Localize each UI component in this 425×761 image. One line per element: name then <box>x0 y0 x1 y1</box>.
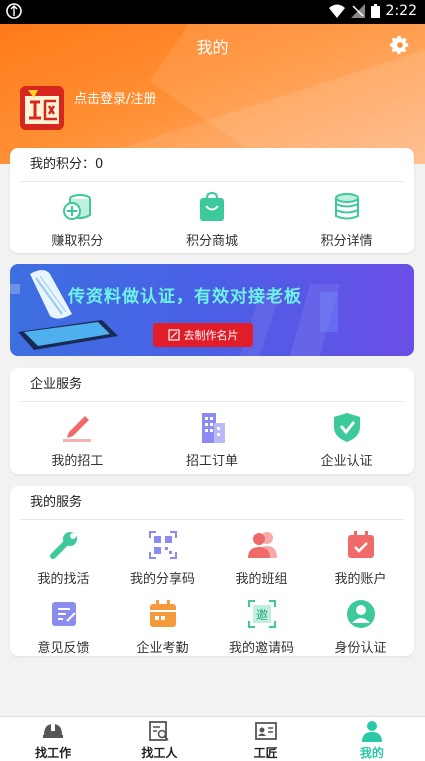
gear-icon[interactable] <box>389 34 411 56</box>
my-team-label: 我的班组 <box>235 572 288 587</box>
earn-points-label: 赚取积分 <box>51 234 104 249</box>
enterprise-services-title: 企业服务 <box>20 368 404 402</box>
make-business-card-label: 去制作名片 <box>183 329 239 342</box>
enterprise-verification-label: 企业认证 <box>320 454 373 469</box>
my-recruitment-button[interactable]: 我的招工 <box>27 410 127 469</box>
tab-mine-label: 我的 <box>359 746 384 760</box>
my-services-title: 我的服务 <box>20 486 404 520</box>
attendance-button[interactable]: 企业考勤 <box>115 597 211 656</box>
earn-points-icon <box>63 194 92 220</box>
enterprise-services-card: 企业服务 我的招工 招工订单 企业认证 <box>10 368 414 474</box>
my-account-button[interactable]: 我的账户 <box>313 528 409 587</box>
points-card: 我的积分：0 赚取积分 积分商城 积分详情 <box>10 148 414 253</box>
page-title: 我的 <box>196 38 229 57</box>
wifi-icon <box>328 4 345 18</box>
recruitment-orders-button[interactable]: 招工订单 <box>162 410 262 469</box>
points-detail-button[interactable]: 积分详情 <box>297 190 397 249</box>
identity-verification-label: 身份认证 <box>334 641 387 656</box>
wrench-icon <box>49 532 77 559</box>
attendance-icon <box>149 600 176 627</box>
qr-code-icon <box>148 531 177 559</box>
feedback-label: 意见反馈 <box>37 641 90 656</box>
calendar-check-icon <box>347 531 374 558</box>
login-register-link[interactable]: 点击登录/注册 <box>74 88 156 107</box>
my-recruitment-label: 我的招工 <box>51 454 104 469</box>
svg-text:邀: 邀 <box>255 607 267 622</box>
points-detail-icon <box>334 193 359 220</box>
sync-icon <box>6 3 22 19</box>
avatar[interactable] <box>20 86 64 130</box>
tab-find-job[interactable]: 找工作 <box>0 717 106 761</box>
tab-find-job-label: 找工作 <box>35 746 72 760</box>
points-mall-icon <box>199 192 224 221</box>
craftsman-logo <box>20 86 64 130</box>
my-share-code-button[interactable]: 我的分享码 <box>115 528 211 587</box>
profile-header: 我的 点击登录/注册 <box>0 24 425 164</box>
person-icon <box>361 721 382 742</box>
points-mall-button[interactable]: 积分商城 <box>162 190 262 249</box>
points-mall-label: 积分商城 <box>185 234 238 249</box>
my-account-label: 我的账户 <box>334 572 387 587</box>
helmet-icon <box>43 723 64 738</box>
feedback-icon <box>51 602 76 626</box>
my-services-card: 我的服务 我的找活 我的分享码 我的班组 我的账户 意见反馈 企业考勤 邀 我的… <box>10 486 414 656</box>
tab-craftsman[interactable]: 工匠 <box>213 717 319 761</box>
banner-headline: 传资料做认证，有效对接老板 <box>68 287 302 307</box>
status-bar: 2:22 <box>0 0 425 24</box>
points-title: 我的积分：0 <box>20 148 404 182</box>
identity-verification-button[interactable]: 身份认证 <box>313 597 409 656</box>
earn-points-button[interactable]: 赚取积分 <box>27 190 127 249</box>
tab-find-worker-label: 找工人 <box>141 746 178 760</box>
shield-check-icon <box>333 413 360 442</box>
battery-icon <box>370 4 380 18</box>
building-icon <box>201 413 225 443</box>
my-share-code-label: 我的分享码 <box>129 572 195 587</box>
attendance-label: 企业考勤 <box>136 641 189 656</box>
points-detail-label: 积分详情 <box>320 234 373 249</box>
id-verify-icon <box>346 600 375 628</box>
signal-icon <box>350 4 365 18</box>
edit-card-icon <box>167 329 180 341</box>
my-invite-code-button[interactable]: 邀 我的邀请码 <box>214 597 310 656</box>
clock: 2:22 <box>385 3 417 19</box>
enterprise-verification-button[interactable]: 企业认证 <box>297 410 397 469</box>
my-invite-code-label: 我的邀请码 <box>228 641 294 656</box>
team-icon <box>247 532 277 558</box>
tab-mine[interactable]: 我的 <box>319 717 425 761</box>
my-team-button[interactable]: 我的班组 <box>214 528 310 587</box>
tab-find-worker[interactable]: 找工人 <box>106 717 212 761</box>
invite-code-icon: 邀 <box>247 600 276 628</box>
id-card-icon <box>254 722 277 740</box>
recruitment-orders-label: 招工订单 <box>185 454 238 469</box>
promo-banner[interactable]: 传资料做认证，有效对接老板 去制作名片 <box>10 264 414 356</box>
my-job-search-button[interactable]: 我的找活 <box>16 528 112 587</box>
make-business-card-button[interactable]: 去制作名片 <box>153 323 253 347</box>
my-job-search-label: 我的找活 <box>37 572 90 587</box>
bottom-tab-bar: 找工作 找工人 工匠 我的 <box>0 716 425 761</box>
pen-icon <box>63 416 92 442</box>
find-worker-icon <box>149 721 170 741</box>
feedback-button[interactable]: 意见反馈 <box>16 597 112 656</box>
tab-craftsman-label: 工匠 <box>253 746 278 760</box>
